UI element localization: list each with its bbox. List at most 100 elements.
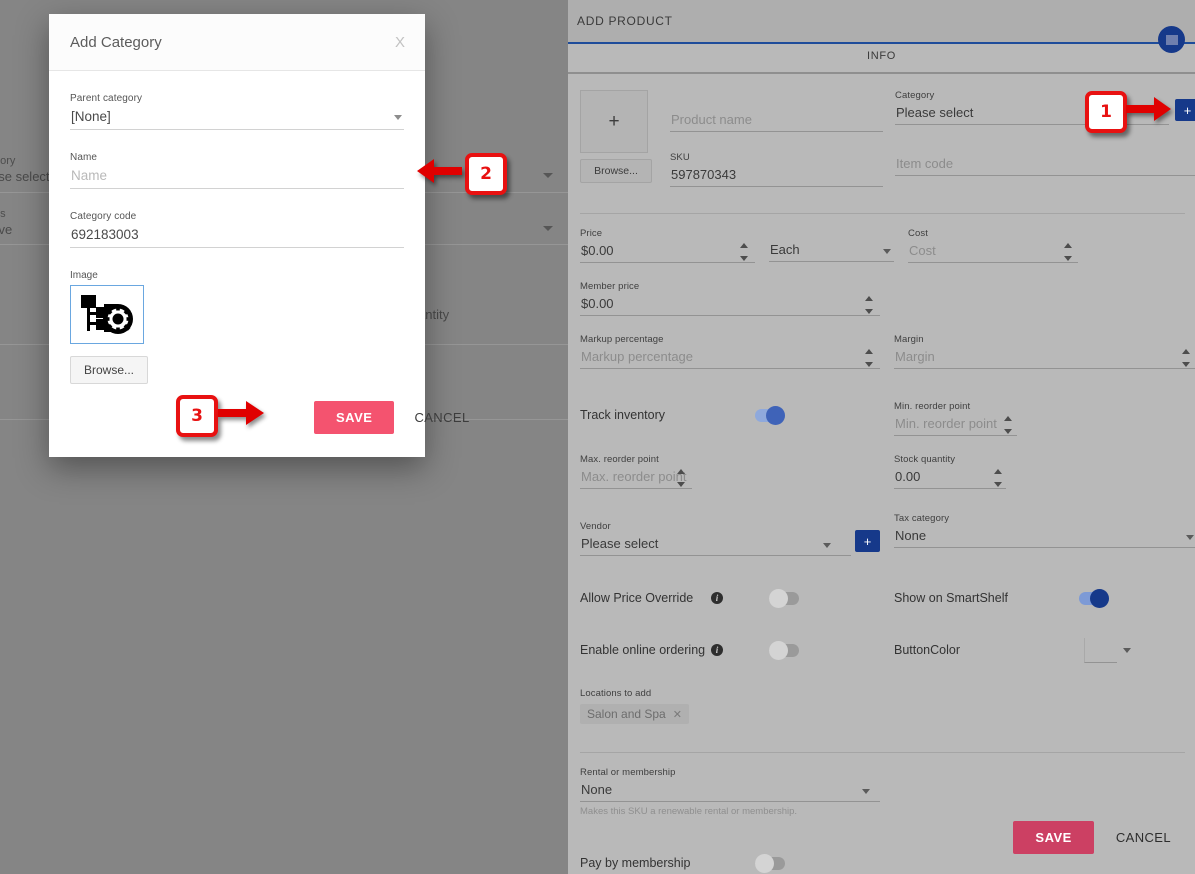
chevron-down-icon bbox=[1123, 647, 1131, 653]
name-field: Name bbox=[70, 152, 404, 189]
show-on-smartshelf-toggle[interactable] bbox=[1079, 588, 1109, 608]
show-on-smartshelf-label: Show on SmartShelf bbox=[894, 591, 1008, 605]
window-square-icon[interactable] bbox=[1158, 26, 1185, 53]
member-price-label: Member price bbox=[580, 281, 640, 292]
member-price-stepper[interactable] bbox=[864, 296, 874, 314]
cost-field: Cost bbox=[908, 228, 1195, 263]
enable-online-ordering-toggle[interactable] bbox=[769, 640, 799, 660]
name-input[interactable] bbox=[70, 168, 404, 189]
allow-price-override-toggle[interactable] bbox=[769, 588, 799, 608]
track-inventory-toggle[interactable] bbox=[755, 405, 785, 425]
show-on-smartshelf-row: Show on SmartShelf bbox=[894, 584, 1195, 612]
item-code-input[interactable] bbox=[895, 156, 1195, 176]
pricing-row: Price Cost bbox=[580, 228, 1185, 281]
locations-row: Locations to add Salon and Spa ✕ bbox=[580, 688, 1185, 724]
add-category-dialog: Add Category X Parent category Name Cate… bbox=[49, 14, 469, 457]
panel-actions: SAVE CANCEL bbox=[1013, 821, 1177, 854]
online-buttoncolor-row: Enable online ordering i ButtonColor bbox=[580, 636, 1185, 664]
save-button[interactable]: SAVE bbox=[1013, 821, 1094, 854]
stock-quantity-stepper[interactable] bbox=[993, 469, 1003, 487]
markup-stepper[interactable] bbox=[864, 349, 874, 367]
dialog-header: Add Category X bbox=[49, 14, 425, 71]
close-icon[interactable]: X bbox=[395, 34, 405, 51]
tax-category-select[interactable] bbox=[894, 528, 1195, 548]
stock-quantity-label: Stock quantity bbox=[894, 454, 956, 465]
max-reorder-stepper[interactable] bbox=[676, 469, 686, 487]
unit-select[interactable] bbox=[769, 242, 894, 262]
name-sku-column: SKU bbox=[670, 90, 883, 205]
parent-category-field: Parent category bbox=[70, 93, 404, 130]
button-color-row: ButtonColor bbox=[894, 636, 1195, 664]
markup-percentage-field: Markup percentage bbox=[580, 334, 880, 369]
add-image-placeholder[interactable]: + bbox=[580, 90, 648, 153]
info-icon[interactable]: i bbox=[711, 644, 723, 656]
member-price-field: Member price bbox=[580, 281, 880, 316]
min-reorder-point-field: Min. reorder point bbox=[894, 401, 1195, 436]
image-field: Image Browse... bbox=[70, 270, 404, 384]
tax-category-label: Tax category bbox=[894, 513, 950, 524]
button-color-swatch[interactable] bbox=[1084, 637, 1117, 663]
price-label: Price bbox=[580, 228, 603, 239]
dialog-body: Parent category Name Category code Image bbox=[49, 71, 425, 384]
min-reorder-stepper[interactable] bbox=[1003, 416, 1013, 434]
max-reorder-point-field: Max. reorder point bbox=[580, 454, 880, 489]
price-stepper[interactable] bbox=[739, 243, 749, 261]
markup-percentage-input[interactable] bbox=[580, 349, 880, 369]
background-category-value: ase select bbox=[0, 169, 50, 184]
info-icon[interactable]: i bbox=[711, 592, 723, 604]
stock-quantity-input[interactable] bbox=[894, 469, 1006, 489]
chevron-down-icon bbox=[394, 115, 402, 120]
pay-by-membership-toggle[interactable] bbox=[755, 853, 785, 873]
name-label: Name bbox=[70, 152, 98, 163]
margin-input[interactable] bbox=[894, 349, 1195, 369]
price-input[interactable] bbox=[580, 243, 755, 263]
enable-online-ordering-label: Enable online ordering bbox=[580, 643, 706, 657]
panel-topbar: ADD PRODUCT bbox=[568, 0, 1195, 53]
cost-stepper[interactable] bbox=[1063, 243, 1073, 261]
member-price-input[interactable] bbox=[580, 296, 880, 316]
allow-price-override-label: Allow Price Override bbox=[580, 591, 694, 605]
browse-button[interactable]: Browse... bbox=[580, 159, 652, 183]
panel-tabs: INFO bbox=[568, 44, 1195, 74]
reorder-stock-row: Max. reorder point Stock quantity bbox=[580, 454, 1185, 507]
button-color-label: ButtonColor bbox=[894, 643, 961, 657]
vendor-select[interactable] bbox=[580, 536, 851, 556]
allow-price-override-row: Allow Price Override i bbox=[580, 584, 880, 612]
add-vendor-button[interactable]: + bbox=[855, 530, 880, 552]
markup-margin-row: Markup percentage Margin bbox=[580, 334, 1195, 387]
vendor-tax-row: Vendor + Tax category bbox=[580, 513, 1195, 566]
parent-category-select[interactable] bbox=[70, 109, 404, 130]
pay-by-membership-label: Pay by membership bbox=[580, 856, 691, 870]
browse-button[interactable]: Browse... bbox=[70, 356, 149, 384]
category-code-input[interactable] bbox=[70, 227, 404, 248]
save-button[interactable]: SAVE bbox=[314, 401, 395, 434]
panel-body: + Browse... SKU Category + bbox=[568, 74, 1195, 874]
tax-category-field: Tax category bbox=[894, 513, 1195, 548]
cancel-button[interactable]: CANCEL bbox=[1110, 829, 1177, 846]
annotation-badge-2: 2 bbox=[465, 153, 507, 195]
annotation-arrow-2 bbox=[417, 159, 462, 183]
add-category-button[interactable]: + bbox=[1175, 99, 1195, 121]
rental-or-membership-select[interactable] bbox=[580, 782, 880, 802]
member-price-row: Member price bbox=[580, 281, 1185, 334]
product-name-input[interactable] bbox=[670, 112, 883, 132]
inventory-row: Track inventory Min. reorder point bbox=[580, 401, 1185, 444]
chevron-down-icon bbox=[883, 249, 891, 254]
cost-input[interactable] bbox=[908, 243, 1078, 263]
chevron-down-icon bbox=[823, 543, 831, 548]
cost-label: Cost bbox=[908, 228, 928, 239]
remove-chip-icon[interactable]: ✕ bbox=[673, 708, 682, 721]
cancel-button[interactable]: CANCEL bbox=[408, 409, 475, 426]
product-name-field bbox=[670, 111, 883, 132]
annotation-badge-1: 1 bbox=[1085, 91, 1127, 133]
override-smartshelf-row: Allow Price Override i Show on SmartShel… bbox=[580, 584, 1185, 612]
margin-stepper[interactable] bbox=[1181, 349, 1191, 367]
min-reorder-point-input[interactable] bbox=[894, 416, 1017, 436]
rental-helper-text: Makes this SKU a renewable rental or mem… bbox=[580, 806, 798, 817]
sku-field: SKU bbox=[670, 152, 883, 187]
sku-input[interactable] bbox=[670, 167, 883, 187]
pay-by-membership-toggle-row: Pay by membership bbox=[580, 849, 880, 874]
vendor-field: Vendor bbox=[580, 521, 851, 556]
tab-info[interactable]: INFO bbox=[568, 50, 1195, 62]
thumbnail-column: + Browse... bbox=[580, 90, 670, 205]
